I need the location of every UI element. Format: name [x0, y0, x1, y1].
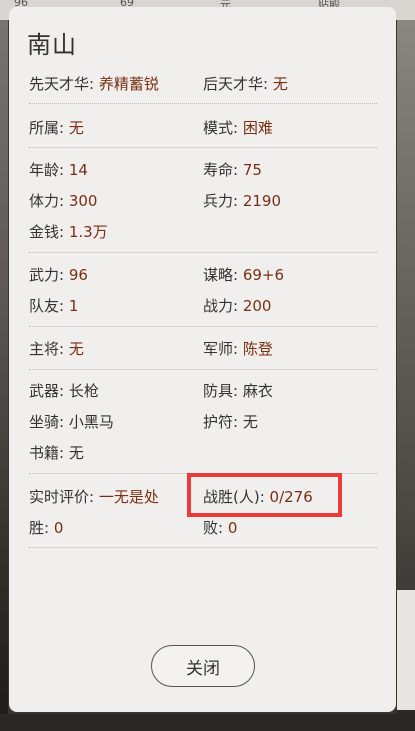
stat-troops: 兵力: 2190 — [203, 190, 281, 211]
stat-martial: 武力: 96 — [29, 264, 88, 285]
stat-label: 败: — [203, 519, 228, 537]
stat-value: 无 — [68, 340, 84, 358]
stat-label: 主将: — [29, 340, 69, 358]
close-button[interactable]: 关闭 — [151, 645, 255, 687]
stat-wins: 胜: 0 — [29, 517, 63, 538]
stat-value: 无 — [68, 119, 84, 137]
divider — [29, 252, 377, 253]
stat-strategy: 谋略: 69+6 — [203, 264, 284, 285]
stat-value: 1.3万 — [68, 223, 108, 241]
stat-label: 模式: — [203, 119, 243, 137]
equip-book: 书籍: 无 — [29, 442, 84, 463]
stat-label: 实时评价: — [29, 488, 99, 506]
stat-value: 0 — [227, 519, 238, 537]
stat-label: 胜: — [29, 519, 54, 537]
stat-label: 书籍: — [29, 444, 69, 462]
character-info-dialog: 南山 先天才华: 养精蓄锐 后天才华: 无 所属: 无 模式: 困难 年龄: 1… — [9, 7, 396, 712]
stat-teammates: 队友: 1 — [29, 295, 78, 316]
divider — [29, 326, 377, 327]
stat-label: 先天才华: — [29, 75, 99, 93]
stat-value: 1 — [68, 297, 79, 315]
background-right-panel — [397, 590, 415, 710]
stat-value: 69+6 — [242, 266, 285, 284]
divider — [29, 103, 377, 104]
stat-lifespan: 寿命: 75 — [203, 159, 262, 180]
divider — [29, 369, 377, 370]
stat-value: 0 — [53, 519, 64, 537]
stat-label: 所属: — [29, 119, 69, 137]
stat-talent-acquired: 后天才华: 无 — [203, 73, 288, 94]
background-left-strip — [0, 20, 8, 731]
stat-label: 武器: — [29, 382, 69, 400]
stat-value: 300 — [68, 192, 98, 210]
stat-losses: 败: 0 — [203, 517, 237, 538]
stat-label: 年龄: — [29, 161, 69, 179]
stat-label: 坐骑: — [29, 413, 69, 431]
stat-value: 200 — [242, 297, 272, 315]
stat-label: 谋略: — [203, 266, 243, 284]
stat-label: 队友: — [29, 297, 69, 315]
stat-talent-innate: 先天才华: 养精蓄锐 — [29, 73, 159, 94]
stat-label: 武力: — [29, 266, 69, 284]
background-bottom-strip — [0, 714, 415, 731]
stat-label: 后天才华: — [203, 75, 273, 93]
stat-value: 麻衣 — [242, 382, 273, 400]
stat-label: 军师: — [203, 340, 243, 358]
stat-value: 96 — [68, 266, 88, 284]
stat-value: 一无是处 — [98, 488, 159, 506]
stat-label: 金钱: — [29, 223, 69, 241]
stat-age: 年龄: 14 — [29, 159, 88, 180]
divider — [29, 547, 377, 548]
equip-amulet: 护符: 无 — [203, 411, 258, 432]
equip-weapon: 武器: 长枪 — [29, 380, 99, 401]
stat-value: 养精蓄锐 — [98, 75, 159, 93]
close-button-label: 关闭 — [186, 658, 220, 679]
stat-value: 困难 — [242, 119, 273, 137]
stat-value: 长枪 — [68, 382, 99, 400]
stat-value: 无 — [272, 75, 288, 93]
stat-value: 75 — [242, 161, 262, 179]
stat-value: 陈登 — [242, 340, 273, 358]
stat-label: 体力: — [29, 192, 69, 210]
stat-stamina: 体力: 300 — [29, 190, 97, 211]
equip-mount: 坐骑: 小黑马 — [29, 411, 114, 432]
stat-rating: 实时评价: 一无是处 — [29, 486, 159, 507]
stat-label: 护符: — [203, 413, 243, 431]
divider — [29, 147, 377, 148]
stat-label: 兵力: — [203, 192, 243, 210]
stat-power: 战力: 200 — [203, 295, 271, 316]
highlight-box — [187, 473, 342, 517]
stat-general: 主将: 无 — [29, 338, 84, 359]
stat-money: 金钱: 1.3万 — [29, 221, 108, 242]
stat-value: 无 — [68, 444, 84, 462]
stat-affiliation: 所属: 无 — [29, 117, 84, 138]
stat-mode: 模式: 困难 — [203, 117, 273, 138]
stat-value: 无 — [242, 413, 258, 431]
equip-armor: 防具: 麻衣 — [203, 380, 273, 401]
stat-advisor: 军师: 陈登 — [203, 338, 273, 359]
stat-value: 2190 — [242, 192, 282, 210]
stat-value: 14 — [68, 161, 88, 179]
dialog-title: 南山 — [27, 31, 77, 59]
stat-value: 小黑马 — [68, 413, 114, 431]
stat-label: 战力: — [203, 297, 243, 315]
stat-label: 寿命: — [203, 161, 243, 179]
stat-label: 防具: — [203, 382, 243, 400]
